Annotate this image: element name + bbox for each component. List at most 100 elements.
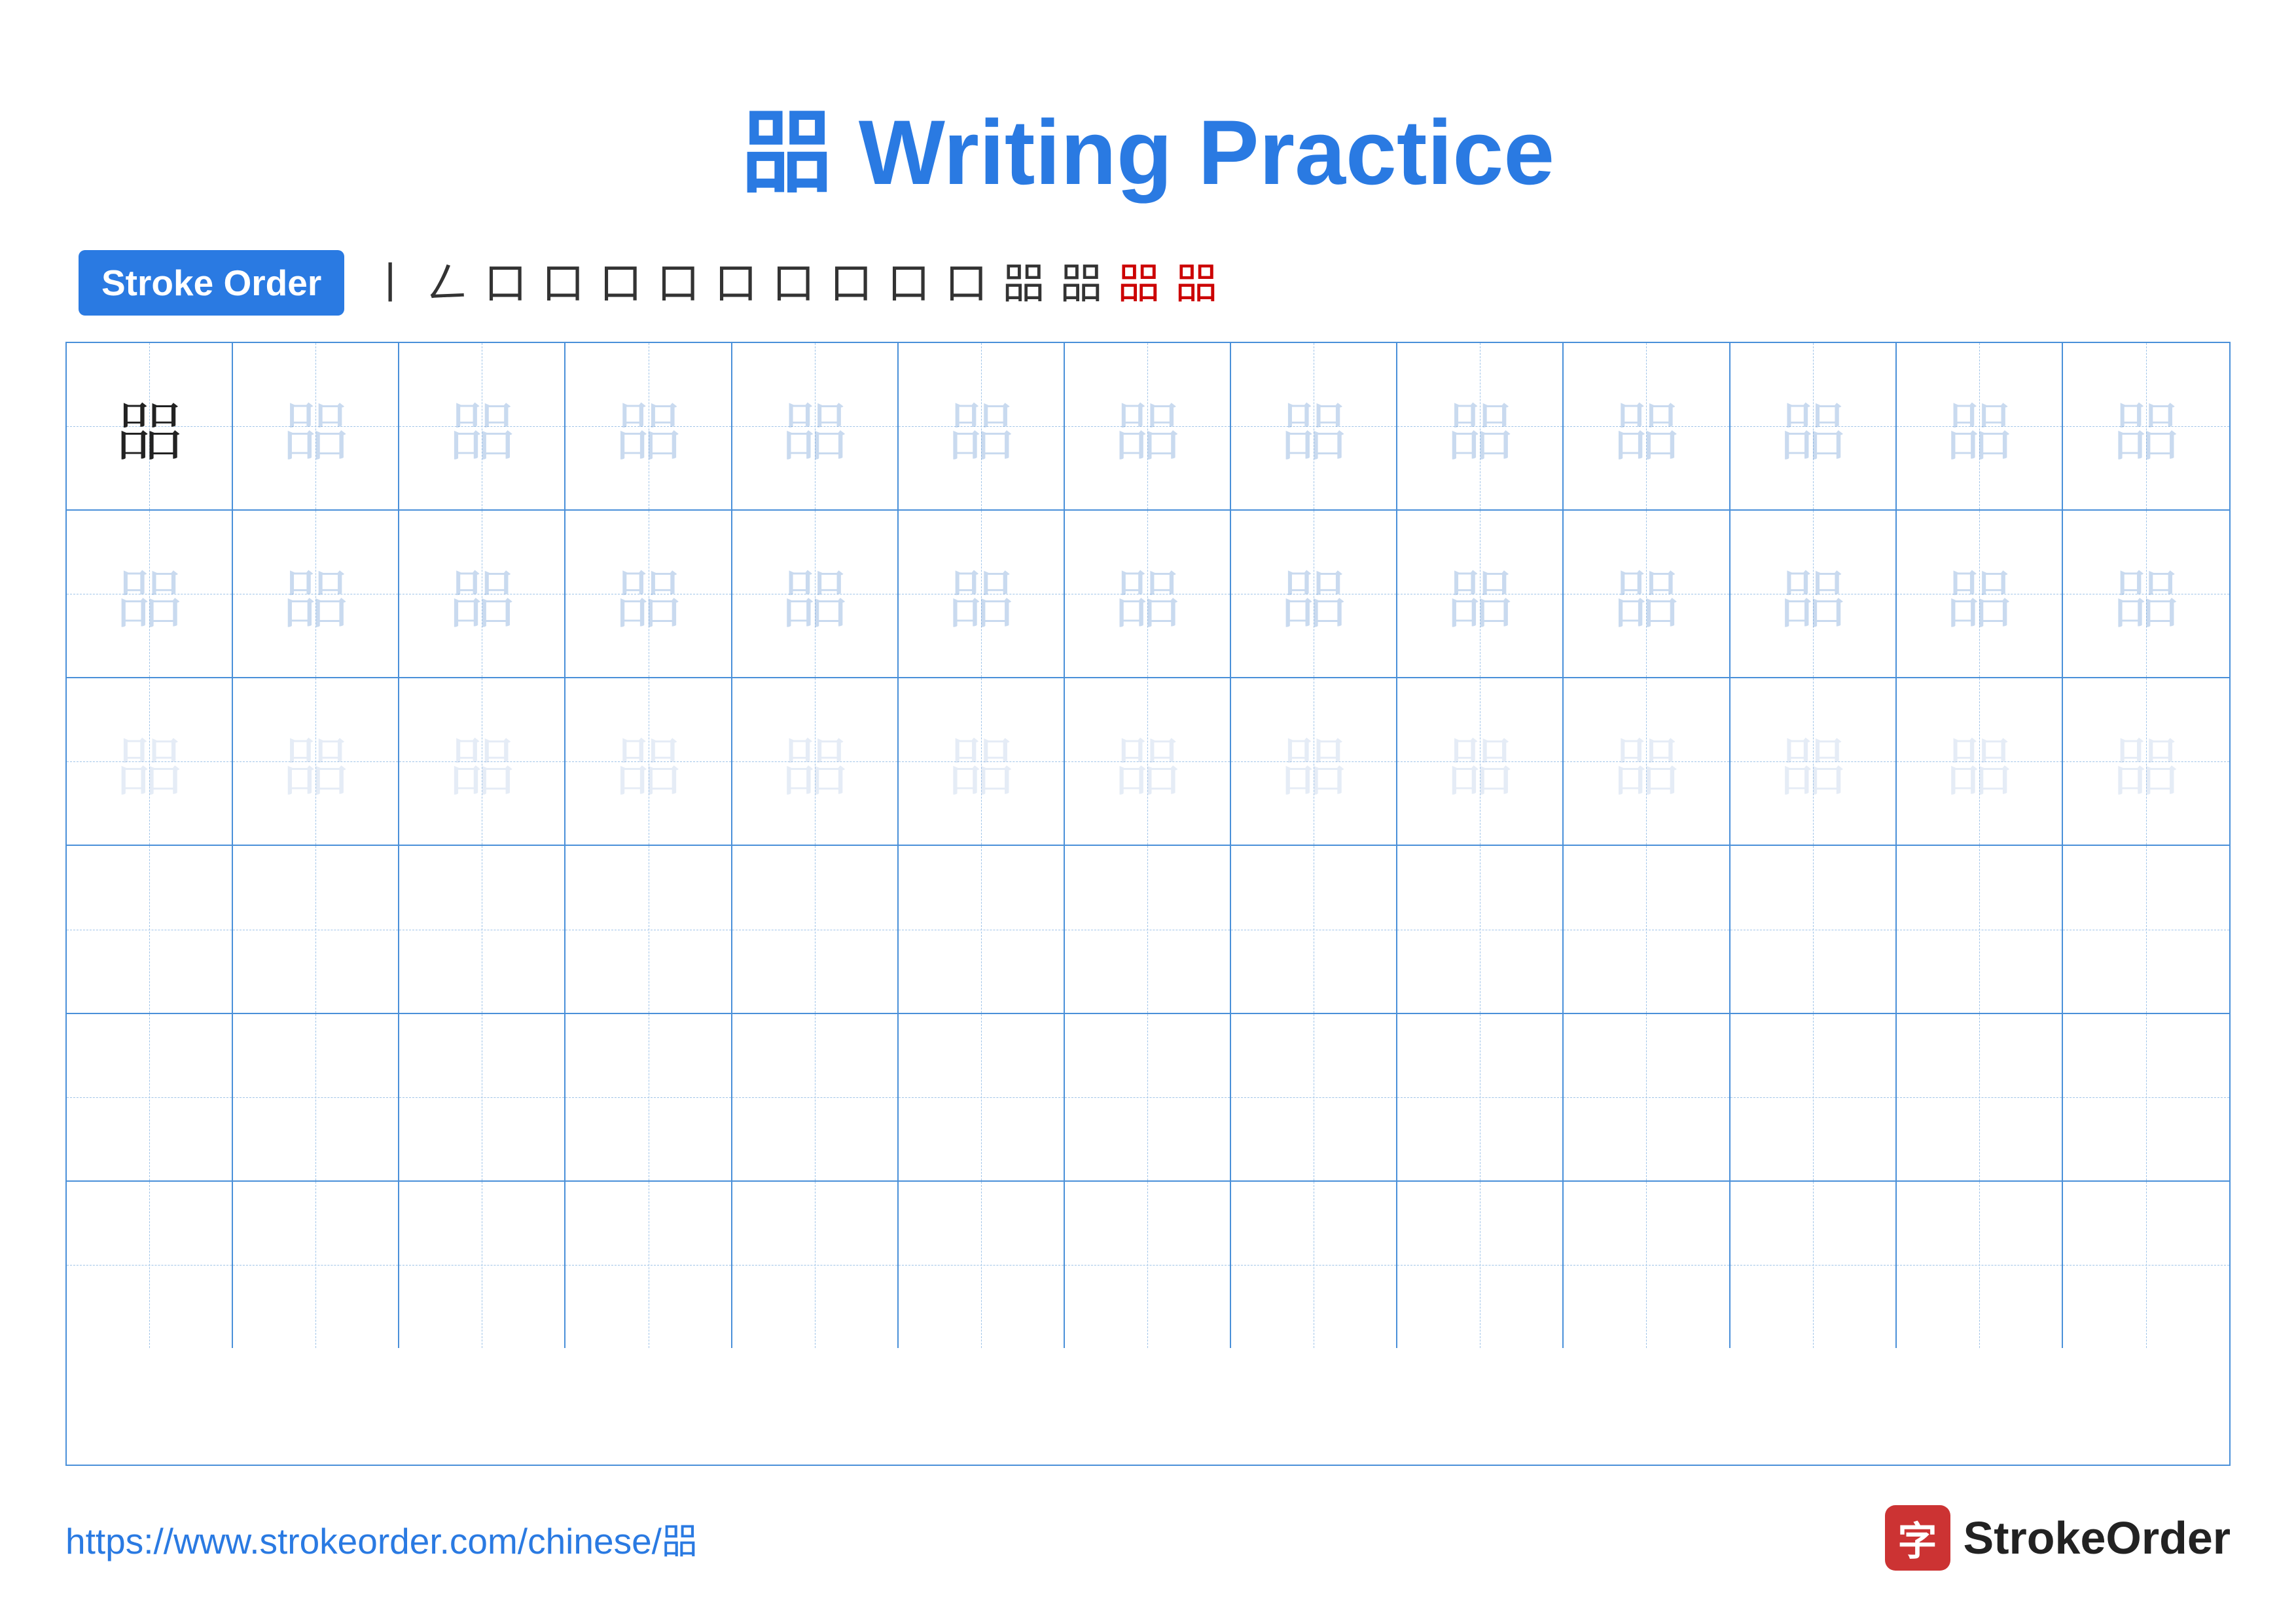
grid-cell[interactable]: 㗊 — [233, 678, 399, 845]
char-faded: 㗊 — [1780, 561, 1846, 627]
char-lighter: 㗊 — [1447, 729, 1513, 794]
char-faded: 㗊 — [1613, 561, 1679, 627]
grid-cell[interactable]: 㗊 — [1231, 511, 1397, 677]
grid-cell[interactable]: 㗊 — [565, 678, 732, 845]
grid-cell[interactable] — [899, 1182, 1065, 1348]
grid-cell[interactable]: 㗊 — [1564, 343, 1730, 509]
grid-cell[interactable]: 㗊 — [1065, 511, 1231, 677]
grid-cell[interactable] — [2063, 846, 2229, 1012]
grid-cell[interactable]: 㗊 — [899, 511, 1065, 677]
char-lighter: 㗊 — [1780, 729, 1846, 794]
grid-cell[interactable] — [732, 1182, 899, 1348]
grid-cell[interactable] — [2063, 1182, 2229, 1348]
grid-cell[interactable]: 㗊 — [1564, 511, 1730, 677]
char-lighter: 㗊 — [449, 729, 514, 794]
char-faded: 㗊 — [1780, 393, 1846, 459]
grid-cell[interactable] — [67, 1014, 233, 1180]
grid-cell[interactable] — [1397, 1014, 1564, 1180]
grid-cell[interactable]: 㗊 — [1564, 678, 1730, 845]
grid-cell[interactable] — [1397, 846, 1564, 1012]
grid-cell[interactable] — [899, 846, 1065, 1012]
grid-cell[interactable]: 㗊 — [1397, 343, 1564, 509]
grid-cell[interactable]: 㗊 — [67, 511, 233, 677]
stroke-step-4: 口 — [537, 262, 589, 304]
grid-cell[interactable] — [899, 1014, 1065, 1180]
grid-cell[interactable] — [399, 1182, 565, 1348]
stroke-step-11: 口 — [940, 262, 992, 304]
grid-cell[interactable] — [399, 1014, 565, 1180]
grid-cell[interactable] — [1897, 846, 2063, 1012]
grid-cell[interactable] — [565, 846, 732, 1012]
grid-cell[interactable]: 㗊 — [67, 678, 233, 845]
grid-cell[interactable]: 㗊 — [1731, 343, 1897, 509]
grid-cell[interactable] — [67, 1182, 233, 1348]
char-faded: 㗊 — [1115, 561, 1180, 627]
grid-cell[interactable] — [732, 846, 899, 1012]
stroke-step-6: 口 — [652, 262, 704, 304]
grid-cell[interactable]: 㗊 — [399, 511, 565, 677]
grid-cell[interactable] — [565, 1014, 732, 1180]
footer-logo-text: StrokeOrder — [1964, 1512, 2231, 1564]
grid-cell[interactable]: 㗊 — [399, 678, 565, 845]
grid-cell[interactable]: 㗊 — [399, 343, 565, 509]
grid-cell[interactable] — [1397, 1182, 1564, 1348]
grid-cell[interactable]: 㗊 — [1897, 343, 2063, 509]
grid-cell[interactable] — [1065, 1014, 1231, 1180]
grid-cell[interactable]: 㗊 — [899, 343, 1065, 509]
grid-cell[interactable]: 㗊 — [1731, 511, 1897, 677]
grid-cell[interactable] — [233, 846, 399, 1012]
grid-cell[interactable]: 㗊 — [1731, 678, 1897, 845]
grid-cell[interactable] — [1897, 1182, 2063, 1348]
grid-cell[interactable] — [732, 1014, 899, 1180]
grid-cell[interactable]: 㗊 — [732, 678, 899, 845]
grid-cell[interactable] — [1897, 1014, 2063, 1180]
grid-cell[interactable] — [1231, 846, 1397, 1012]
grid-cell[interactable]: 㗊 — [1231, 343, 1397, 509]
grid-cell[interactable]: 㗊 — [1397, 511, 1564, 677]
footer-logo: 字 StrokeOrder — [1885, 1505, 2231, 1571]
grid-cell[interactable]: 㗊 — [1065, 678, 1231, 845]
grid-cell[interactable]: 㗊 — [2063, 678, 2229, 845]
grid-cell[interactable] — [67, 846, 233, 1012]
grid-cell[interactable] — [1564, 1182, 1730, 1348]
grid-cell[interactable]: 㗊 — [67, 343, 233, 509]
grid-cell[interactable]: 㗊 — [2063, 511, 2229, 677]
grid-cell[interactable] — [399, 846, 565, 1012]
char-faded: 㗊 — [449, 561, 514, 627]
grid-cell[interactable]: 㗊 — [233, 343, 399, 509]
char-lighter: 㗊 — [1281, 729, 1346, 794]
char-solid: 㗊 — [117, 393, 182, 459]
grid-cell[interactable] — [1731, 1014, 1897, 1180]
grid-cell[interactable]: 㗊 — [732, 343, 899, 509]
grid-cell[interactable] — [1564, 1014, 1730, 1180]
grid-cell[interactable] — [1731, 846, 1897, 1012]
grid-cell[interactable] — [233, 1014, 399, 1180]
grid-cell[interactable] — [1065, 1182, 1231, 1348]
grid-cell[interactable] — [233, 1182, 399, 1348]
grid-cell[interactable]: 㗊 — [233, 511, 399, 677]
char-faded: 㗊 — [2113, 561, 2179, 627]
char-faded: 㗊 — [1946, 393, 2012, 459]
grid-cell[interactable]: 㗊 — [565, 511, 732, 677]
grid-cell[interactable]: 㗊 — [1065, 343, 1231, 509]
grid-cell[interactable]: 㗊 — [899, 678, 1065, 845]
grid-cell[interactable]: 㗊 — [1897, 511, 2063, 677]
grid-cell[interactable]: 㗊 — [1397, 678, 1564, 845]
grid-cell[interactable]: 㗊 — [1897, 678, 2063, 845]
grid-cell[interactable]: 㗊 — [1231, 678, 1397, 845]
grid-cell[interactable] — [1065, 846, 1231, 1012]
grid-cell[interactable]: 㗊 — [2063, 343, 2229, 509]
grid-cell[interactable] — [1231, 1182, 1397, 1348]
char-faded: 㗊 — [1281, 561, 1346, 627]
char-lighter: 㗊 — [1613, 729, 1679, 794]
char-faded: 㗊 — [1115, 393, 1180, 459]
grid-cell[interactable] — [2063, 1014, 2229, 1180]
grid-cell[interactable] — [1231, 1014, 1397, 1180]
grid-cell[interactable]: 㗊 — [565, 343, 732, 509]
grid-cell[interactable] — [565, 1182, 732, 1348]
footer-url[interactable]: https://www.strokeorder.com/chinese/㗊 — [65, 1512, 698, 1564]
stroke-step-10: 口 — [882, 262, 935, 304]
grid-cell[interactable] — [1731, 1182, 1897, 1348]
grid-cell[interactable] — [1564, 846, 1730, 1012]
grid-cell[interactable]: 㗊 — [732, 511, 899, 677]
